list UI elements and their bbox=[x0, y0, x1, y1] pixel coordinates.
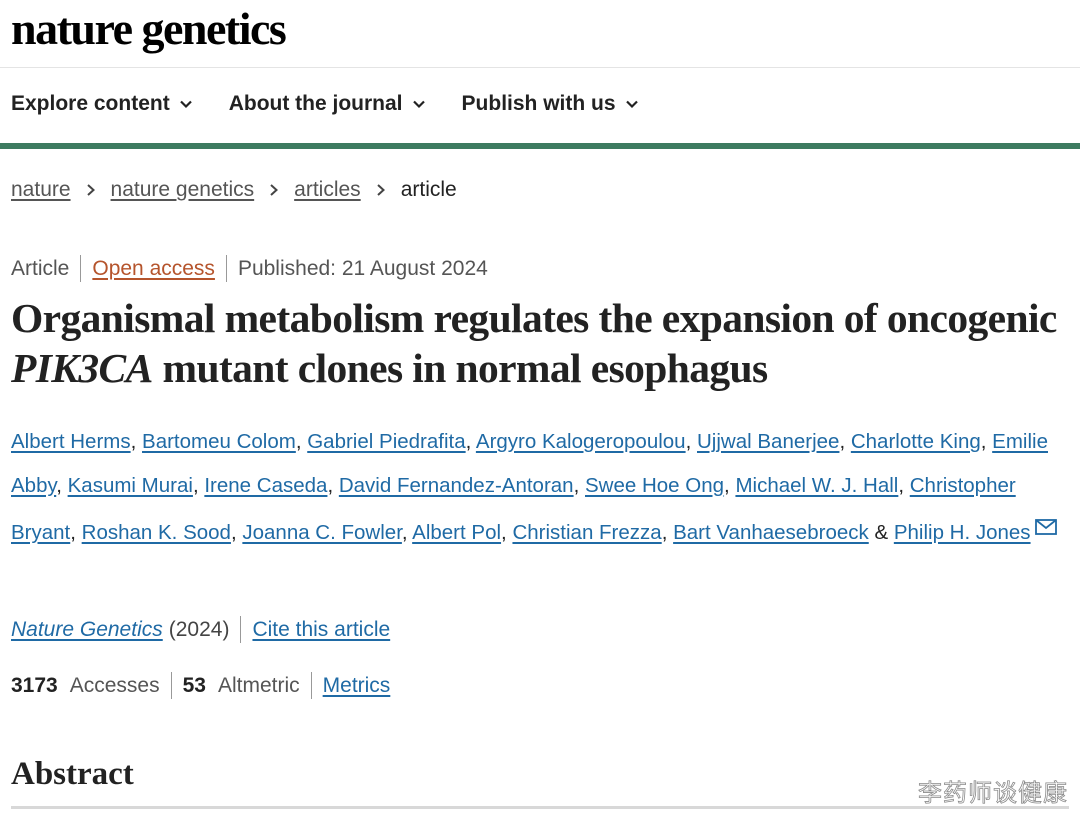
author-list: Albert Herms, Bartomeu Colom, Gabriel Pi… bbox=[11, 420, 1073, 555]
author-link[interactable]: David Fernandez-Antoran bbox=[339, 474, 574, 497]
title-part-1: Organismal metabolism regulates the expa… bbox=[11, 295, 1057, 341]
author-separator: , bbox=[465, 430, 476, 453]
author-separator: , bbox=[130, 430, 143, 453]
author-link[interactable]: Ujjwal Banerjee bbox=[697, 430, 839, 453]
divider bbox=[310, 672, 312, 699]
author-separator: , bbox=[839, 430, 851, 453]
chevron-right-icon bbox=[85, 183, 97, 197]
author-separator: , bbox=[70, 521, 82, 544]
accesses-count: 3173 bbox=[11, 673, 58, 697]
divider bbox=[170, 672, 172, 699]
journal-link[interactable]: Nature Genetics bbox=[11, 618, 163, 642]
abstract-heading: Abstract bbox=[11, 756, 134, 792]
author-link[interactable]: Irene Caseda bbox=[204, 474, 327, 497]
watermark: 李药师谈健康 bbox=[918, 779, 1068, 808]
nav-publish-with-us[interactable]: Publish with us bbox=[462, 92, 639, 116]
author-link[interactable]: Gabriel Piedrafita bbox=[307, 430, 465, 453]
breadcrumb-link-nature[interactable]: nature bbox=[11, 178, 71, 202]
section-divider bbox=[11, 806, 1069, 809]
chevron-down-icon bbox=[625, 97, 639, 111]
nav-explore-content[interactable]: Explore content bbox=[11, 92, 193, 116]
citation-line: Nature Genetics (2024) Cite this article bbox=[11, 616, 390, 643]
author-link[interactable]: Kasumi Murai bbox=[68, 474, 193, 497]
author-link[interactable]: Philip H. Jones bbox=[894, 521, 1031, 544]
author-link[interactable]: Christian Frezza bbox=[512, 521, 661, 544]
author-separator: , bbox=[573, 473, 585, 497]
nav-about-journal[interactable]: About the journal bbox=[229, 92, 426, 116]
author-link[interactable]: Argyro Kalogeropoulou bbox=[476, 430, 686, 453]
article-meta: Article Open access Published: 21 August… bbox=[11, 255, 488, 282]
author-link[interactable]: Albert Pol bbox=[412, 521, 501, 544]
publication-year: (2024) bbox=[168, 617, 230, 641]
header-divider bbox=[0, 67, 1080, 68]
chevron-right-icon bbox=[375, 183, 387, 197]
author-separator: , bbox=[401, 521, 413, 544]
title-part-2: mutant clones in normal esophagus bbox=[152, 345, 768, 391]
author-link[interactable]: Bartomeu Colom bbox=[142, 430, 296, 453]
author-separator: , bbox=[230, 521, 243, 544]
author-link[interactable]: Roshan K. Sood bbox=[82, 521, 231, 544]
main-nav: Explore content About the journal Publis… bbox=[11, 92, 639, 116]
nav-label: Publish with us bbox=[461, 92, 616, 115]
accesses-label: Accesses bbox=[69, 673, 160, 697]
author-link[interactable]: Bart Vanhaesebroeck bbox=[673, 521, 869, 544]
author-separator: , bbox=[501, 521, 513, 544]
author-link[interactable]: Charlotte King bbox=[851, 430, 981, 453]
nav-label: Explore content bbox=[11, 92, 170, 115]
author-separator: , bbox=[661, 521, 674, 544]
divider bbox=[80, 255, 82, 282]
breadcrumb: nature nature genetics articles article bbox=[11, 178, 457, 202]
open-access-link[interactable]: Open access bbox=[92, 257, 215, 281]
breadcrumb-link-nature-genetics[interactable]: nature genetics bbox=[111, 178, 255, 202]
author-link[interactable]: Swee Hoe Ong bbox=[585, 474, 724, 497]
author-separator: , bbox=[685, 430, 697, 453]
divider bbox=[225, 255, 227, 282]
author-separator: & bbox=[868, 521, 894, 544]
title-gene: PIK3CA bbox=[11, 345, 153, 391]
envelope-icon[interactable] bbox=[1034, 507, 1057, 535]
metrics-bar: 3173 Accesses 53 Altmetric Metrics bbox=[11, 672, 390, 699]
cite-article-link[interactable]: Cite this article bbox=[252, 618, 390, 642]
author-separator: , bbox=[192, 473, 205, 497]
published-date: Published: 21 August 2024 bbox=[237, 256, 488, 280]
author-separator: , bbox=[898, 473, 910, 497]
author-link[interactable]: Albert Herms bbox=[11, 430, 131, 453]
article-type: Article bbox=[11, 256, 70, 280]
nav-label: About the journal bbox=[228, 92, 403, 115]
author-separator: , bbox=[56, 473, 68, 497]
altmetric-label: Altmetric bbox=[217, 673, 300, 697]
metrics-link[interactable]: Metrics bbox=[323, 674, 391, 698]
chevron-down-icon bbox=[412, 97, 426, 111]
author-separator: , bbox=[295, 430, 308, 453]
author-link[interactable]: Joanna C. Fowler bbox=[242, 521, 402, 544]
divider bbox=[240, 616, 242, 643]
site-logo[interactable]: nature genetics bbox=[11, 2, 287, 55]
author-separator: , bbox=[327, 473, 339, 497]
altmetric-count: 53 bbox=[182, 673, 206, 697]
breadcrumb-link-articles[interactable]: articles bbox=[294, 178, 361, 202]
article-title: Organismal metabolism regulates the expa… bbox=[11, 293, 1071, 393]
author-separator: , bbox=[980, 430, 993, 453]
chevron-right-icon bbox=[268, 183, 280, 197]
chevron-down-icon bbox=[179, 97, 193, 111]
author-link[interactable]: Michael W. J. Hall bbox=[735, 474, 898, 497]
author-separator: , bbox=[724, 473, 736, 497]
accent-bar bbox=[0, 143, 1080, 149]
breadcrumb-current: article bbox=[400, 178, 457, 201]
